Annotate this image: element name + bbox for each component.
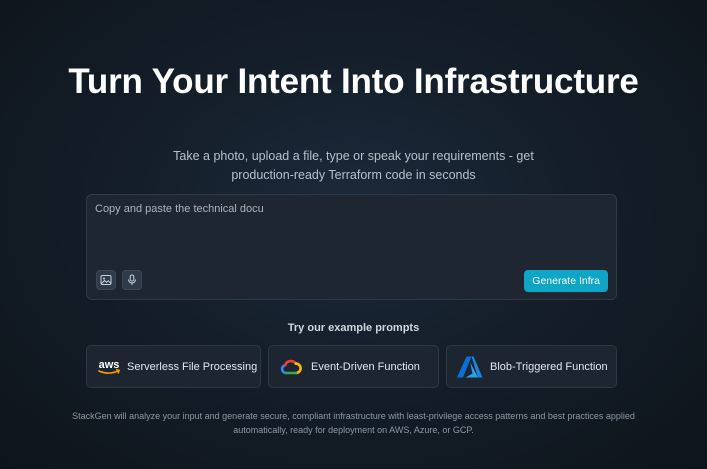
example-prompt-blob-triggered-function[interactable]: Blob-Triggered Function xyxy=(446,345,617,388)
microphone-icon xyxy=(128,274,136,285)
footer-line-1: StackGen will analyze your input and gen… xyxy=(72,411,635,421)
upload-image-button[interactable] xyxy=(96,270,116,290)
aws-logo: aws xyxy=(98,359,121,374)
generate-infra-button[interactable]: Generate Infra xyxy=(524,270,608,292)
example-prompts-heading: Try our example prompts xyxy=(287,322,420,334)
example-prompt-label: Event-Driven Function xyxy=(311,360,420,373)
page-subtitle: Take a photo, upload a file, type or spe… xyxy=(0,147,707,185)
page-title: Turn Your Intent Into Infrastructure xyxy=(68,62,639,101)
requirements-input[interactable] xyxy=(95,203,605,257)
footer-line-2: automatically, ready for deployment on A… xyxy=(233,425,474,435)
image-upload-icon xyxy=(100,275,112,285)
subtitle-line-2: production-ready Terraform code in secon… xyxy=(231,168,476,182)
prompt-composer: Generate Infra xyxy=(86,194,617,300)
voice-input-button[interactable] xyxy=(122,270,142,290)
example-prompt-event-driven-function[interactable]: Event-Driven Function xyxy=(268,345,439,388)
example-prompt-serverless-file-processing[interactable]: aws Serverless File Processing xyxy=(86,345,261,388)
azure-logo xyxy=(457,356,483,377)
subtitle-line-1: Take a photo, upload a file, type or spe… xyxy=(173,149,534,163)
footer-disclaimer: StackGen will analyze your input and gen… xyxy=(0,409,707,437)
example-prompt-label: Blob-Triggered Function xyxy=(490,360,608,373)
example-prompt-label: Serverless File Processing xyxy=(127,360,258,373)
google-cloud-logo xyxy=(280,359,302,374)
